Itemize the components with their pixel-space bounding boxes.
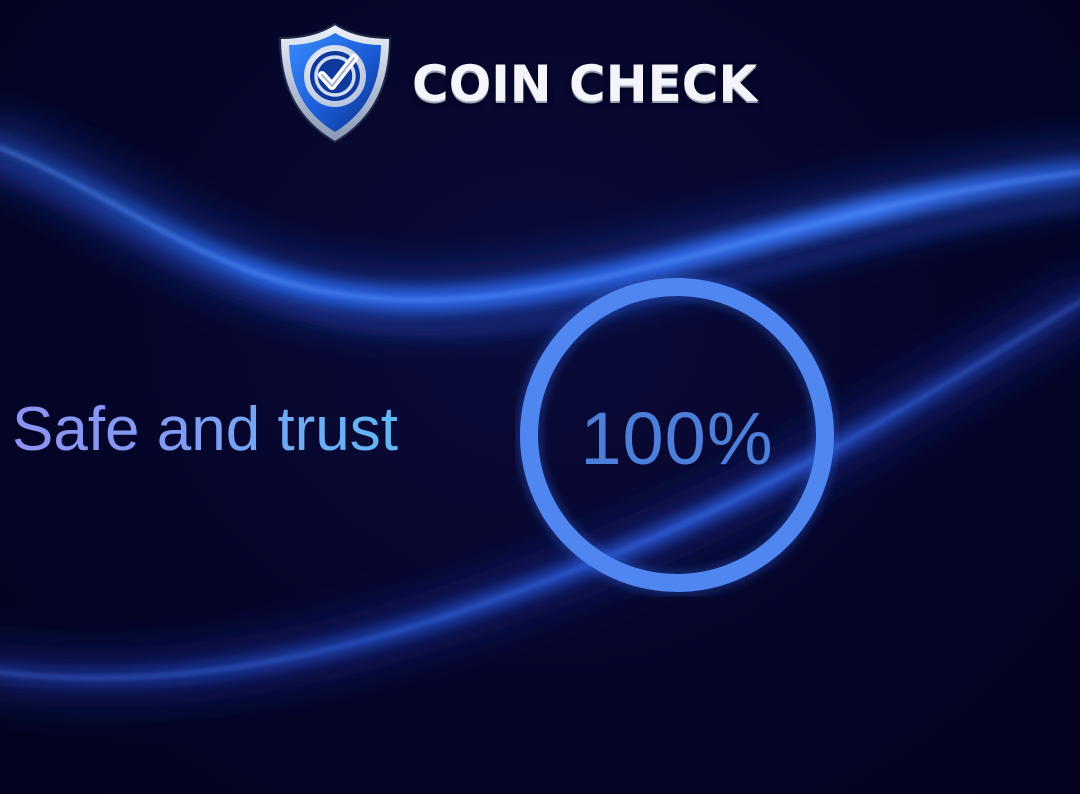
app-name: COIN CHECK xyxy=(412,55,758,113)
progress-value: 100% xyxy=(580,396,774,480)
splash-screen: COIN CHECK Safe and trust 100% xyxy=(0,0,1080,794)
tagline: Safe and trust xyxy=(12,392,398,468)
brand-header: COIN CHECK xyxy=(272,20,757,146)
progress-gauge: 100% xyxy=(515,273,839,597)
shield-check-icon xyxy=(278,22,392,144)
